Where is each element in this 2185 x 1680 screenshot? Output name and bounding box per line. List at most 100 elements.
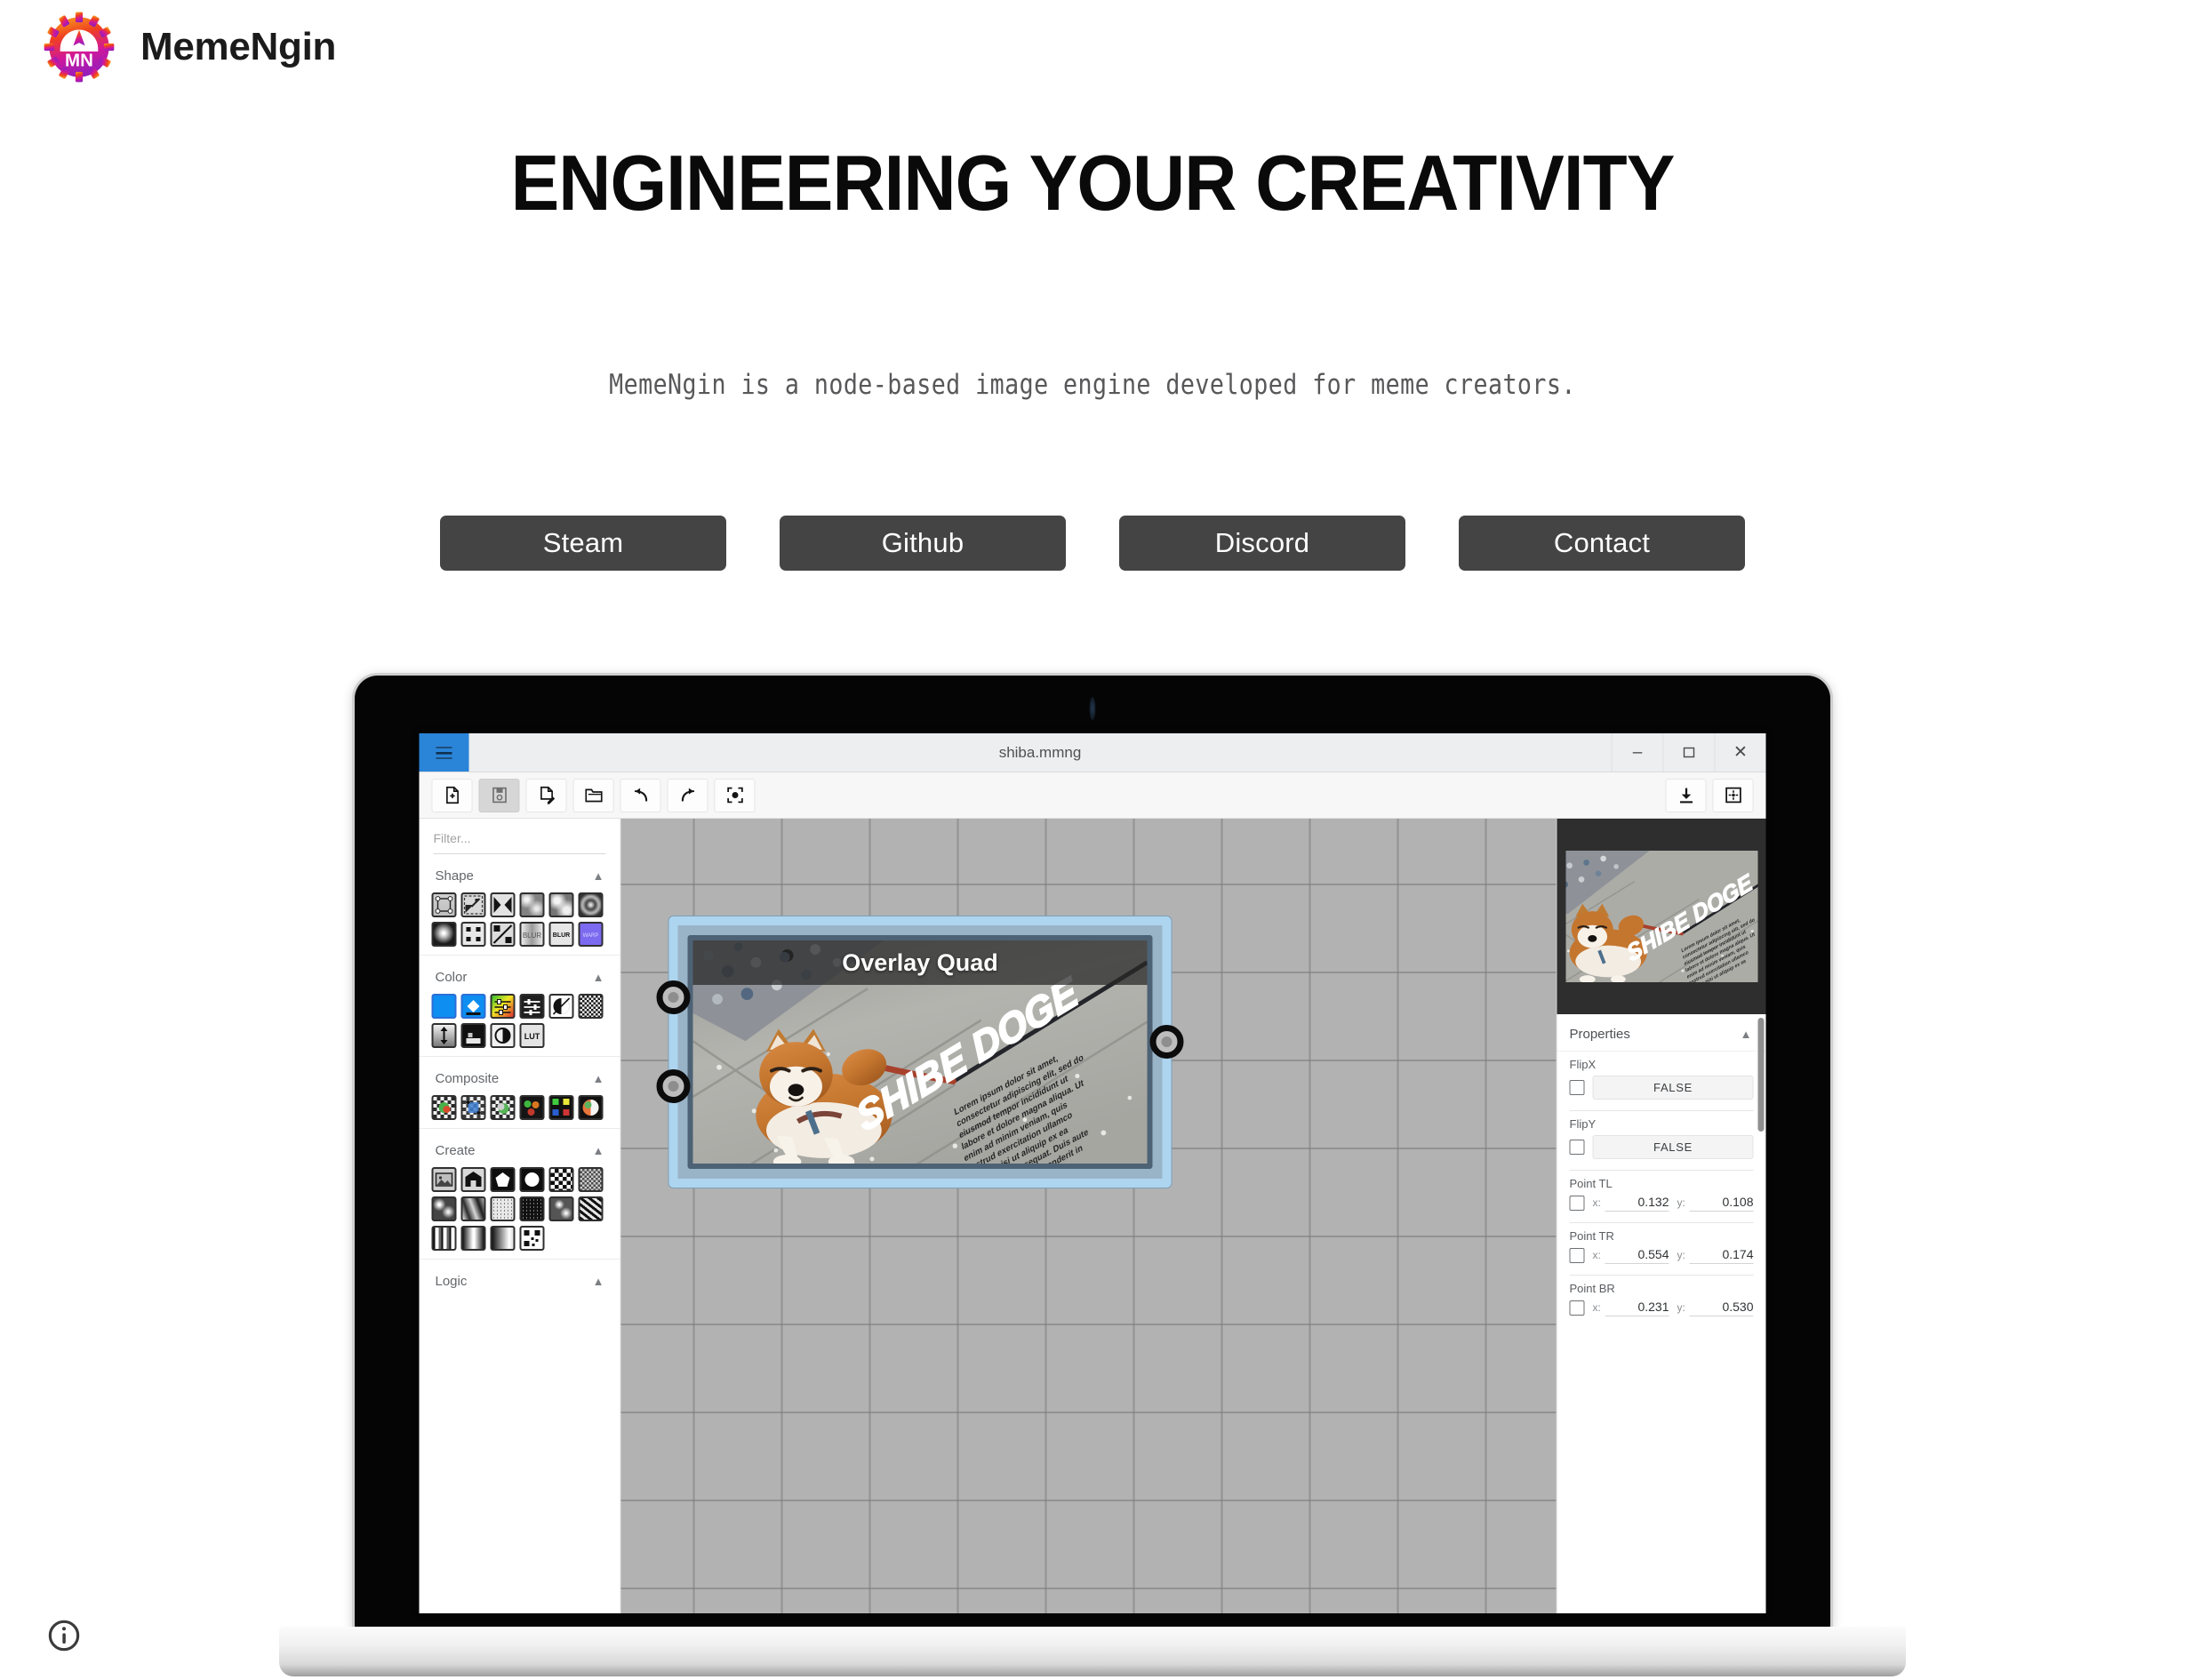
node-chip[interactable] xyxy=(431,922,457,947)
node-chip[interactable] xyxy=(548,1196,574,1221)
node-chip[interactable] xyxy=(490,994,516,1019)
point-tr-y-input[interactable]: 0.174 xyxy=(1689,1247,1754,1264)
node-overlay-quad[interactable]: SHIBE DOGE Lorem ipsum dolor sit amet, c… xyxy=(656,916,1184,1188)
point-tl-checkbox[interactable] xyxy=(1569,1196,1585,1211)
contact-button[interactable]: Contact xyxy=(1459,516,1745,571)
node-chip[interactable]: BLUR xyxy=(519,922,545,947)
properties-panel: Properties ▲ FlipX FALSE FlipY FALSE Poi… xyxy=(1557,1014,1766,1613)
node-chip[interactable]: BLUR xyxy=(548,922,574,947)
node-chip[interactable] xyxy=(490,1196,516,1221)
node-output-socket[interactable] xyxy=(1149,1025,1184,1059)
node-chip[interactable] xyxy=(431,994,457,1019)
point-br-checkbox[interactable] xyxy=(1569,1300,1585,1316)
node-chip[interactable] xyxy=(460,892,486,917)
node-chip[interactable] xyxy=(578,1196,604,1221)
node-grid-color: LUT xyxy=(420,994,620,1048)
chevron-up-icon[interactable]: ▲ xyxy=(593,972,604,983)
info-circle-icon[interactable] xyxy=(46,1618,82,1653)
node-chip[interactable] xyxy=(578,892,604,917)
node-chip[interactable] xyxy=(519,892,545,917)
discord-button[interactable]: Discord xyxy=(1119,516,1405,571)
node-chip[interactable] xyxy=(490,1226,516,1251)
node-chip[interactable]: LUT xyxy=(519,1023,545,1048)
resize-icon[interactable] xyxy=(1712,778,1754,812)
node-chip[interactable] xyxy=(548,994,574,1019)
node-chip[interactable] xyxy=(490,1167,516,1192)
github-button[interactable]: Github xyxy=(780,516,1066,571)
flipy-checkbox[interactable] xyxy=(1569,1140,1585,1155)
node-chip[interactable] xyxy=(519,994,545,1019)
properties-header[interactable]: Properties ▲ xyxy=(1557,1014,1766,1052)
properties-scrollbar-thumb[interactable] xyxy=(1757,1018,1765,1132)
chevron-up-icon[interactable]: ▲ xyxy=(1741,1028,1752,1040)
library-section-header-create[interactable]: Create ▲ xyxy=(420,1129,620,1167)
node-chip[interactable] xyxy=(519,1196,545,1221)
undo-icon[interactable] xyxy=(620,778,661,812)
node-chip[interactable] xyxy=(431,1226,457,1251)
point-tl-x-field: x: 0.132 xyxy=(1593,1195,1669,1212)
node-chip[interactable] xyxy=(460,1095,486,1120)
maximize-button[interactable] xyxy=(1662,733,1715,772)
redo-icon[interactable] xyxy=(667,778,708,812)
node-chip[interactable] xyxy=(431,1023,457,1048)
steam-button[interactable]: Steam xyxy=(440,516,726,571)
node-chip[interactable] xyxy=(490,1095,516,1120)
node-chip[interactable] xyxy=(460,922,486,947)
node-chip[interactable] xyxy=(578,994,604,1019)
flipx-checkbox[interactable] xyxy=(1569,1080,1585,1095)
save-as-icon[interactable] xyxy=(525,778,567,812)
node-input-socket-top[interactable] xyxy=(656,980,691,1014)
library-section-header-color[interactable]: Color ▲ xyxy=(420,956,620,994)
node-chip[interactable] xyxy=(431,1167,457,1192)
node-chip[interactable] xyxy=(490,1023,516,1048)
library-filter-input[interactable]: Filter... xyxy=(433,831,606,854)
center-view-icon[interactable] xyxy=(714,778,756,812)
node-chip[interactable] xyxy=(519,1095,545,1120)
node-chip[interactable] xyxy=(548,1167,574,1192)
library-section-logic: Logic ▲ xyxy=(420,1260,620,1306)
node-chip[interactable] xyxy=(548,1095,574,1120)
node-chip[interactable] xyxy=(431,892,457,917)
new-file-icon[interactable] xyxy=(431,778,473,812)
node-chip[interactable]: WARP xyxy=(578,922,604,947)
chevron-up-icon[interactable]: ▲ xyxy=(593,870,604,882)
flipy-value-button[interactable]: FALSE xyxy=(1592,1135,1754,1159)
node-graph-canvas[interactable]: SHIBE DOGE Lorem ipsum dolor sit amet, c… xyxy=(620,819,1557,1613)
point-br-y-input[interactable]: 0.530 xyxy=(1689,1300,1754,1316)
node-chip[interactable] xyxy=(460,1167,486,1192)
node-chip[interactable] xyxy=(460,994,486,1019)
hamburger-menu-icon[interactable] xyxy=(419,733,469,772)
chevron-up-icon[interactable]: ▲ xyxy=(593,1073,604,1084)
webcam-icon xyxy=(1089,697,1096,720)
point-tr-checkbox[interactable] xyxy=(1569,1248,1585,1263)
node-chip[interactable] xyxy=(490,922,516,947)
library-section-header-shape[interactable]: Shape ▲ xyxy=(420,854,620,892)
site-header: MN MemeNgin xyxy=(43,11,336,84)
export-icon[interactable] xyxy=(1665,778,1707,812)
node-chip[interactable] xyxy=(431,1095,457,1120)
properties-scrollbar[interactable] xyxy=(1757,1014,1765,1613)
flipx-value-button[interactable]: FALSE xyxy=(1592,1076,1754,1100)
point-tr-x-input[interactable]: 0.554 xyxy=(1605,1247,1669,1264)
node-chip[interactable] xyxy=(431,1196,457,1221)
point-br-x-input[interactable]: 0.231 xyxy=(1605,1300,1669,1316)
chevron-up-icon[interactable]: ▲ xyxy=(593,1145,604,1156)
node-chip[interactable] xyxy=(490,892,516,917)
minimize-button[interactable]: – xyxy=(1611,733,1663,772)
node-chip[interactable] xyxy=(578,1095,604,1120)
point-tl-y-input[interactable]: 0.108 xyxy=(1689,1195,1754,1212)
node-chip[interactable] xyxy=(460,1196,486,1221)
node-chip[interactable] xyxy=(460,1023,486,1048)
chevron-up-icon[interactable]: ▲ xyxy=(593,1276,604,1287)
library-section-header-logic[interactable]: Logic ▲ xyxy=(420,1260,620,1298)
node-chip[interactable] xyxy=(519,1167,545,1192)
open-folder-icon[interactable] xyxy=(572,778,614,812)
node-chip[interactable] xyxy=(519,1226,545,1251)
node-input-socket-bottom[interactable] xyxy=(656,1069,691,1103)
node-chip[interactable] xyxy=(548,892,574,917)
node-chip[interactable] xyxy=(460,1226,486,1251)
point-tl-x-input[interactable]: 0.132 xyxy=(1605,1195,1669,1212)
library-section-header-composite[interactable]: Composite ▲ xyxy=(420,1057,620,1095)
save-icon[interactable] xyxy=(478,778,520,812)
node-chip[interactable] xyxy=(578,1167,604,1192)
